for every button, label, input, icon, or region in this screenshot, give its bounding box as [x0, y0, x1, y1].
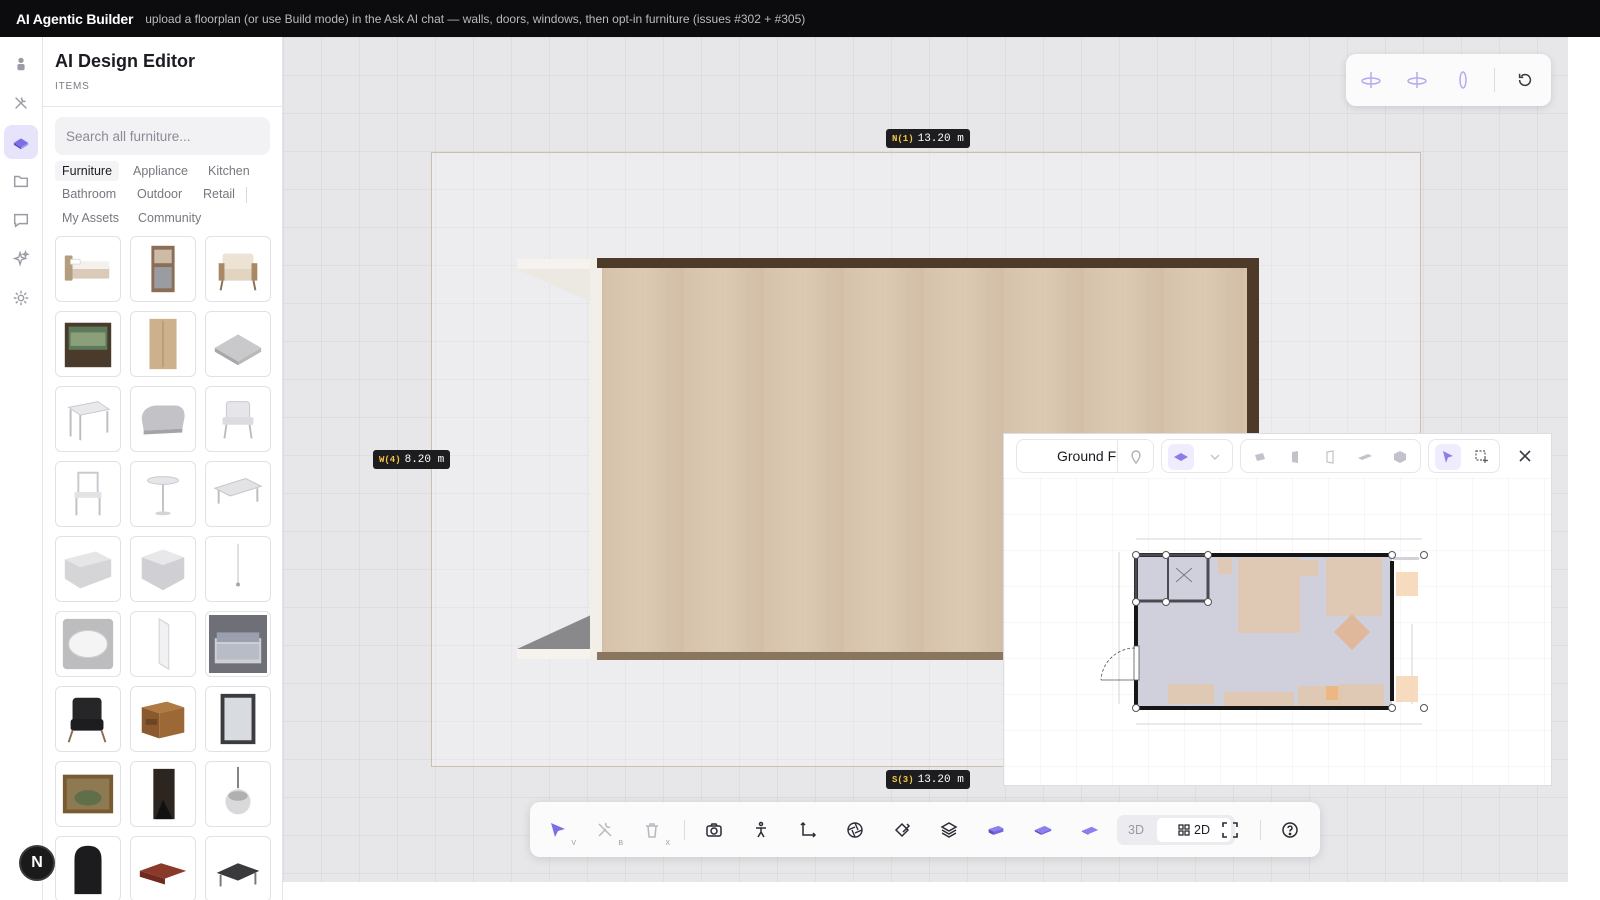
furniture-item[interactable] — [130, 536, 196, 602]
furniture-item[interactable] — [205, 461, 271, 527]
select-tool-button[interactable]: V — [544, 816, 576, 847]
header-subtitle: upload a floorplan (or use Build mode) i… — [145, 11, 806, 26]
controls-separator — [1494, 68, 1495, 92]
icon-rail — [0, 37, 43, 900]
dimension-south-value: 13.20 m — [917, 773, 964, 786]
mode-3d-button[interactable]: 3D — [1117, 815, 1155, 845]
furniture-item[interactable] — [55, 686, 121, 752]
dimension-west-key: W(4) — [379, 454, 401, 465]
items-panel: AI Design Editor ITEMS Furniture Applian… — [43, 37, 283, 900]
dimension-south-key: S(3) — [892, 774, 914, 785]
furniture-item[interactable] — [130, 461, 196, 527]
bottom-toolbar: V B X 3D 2D — [530, 802, 1320, 857]
furniture-item[interactable] — [130, 236, 196, 302]
furniture-item[interactable] — [205, 536, 271, 602]
viewport-border — [283, 882, 1568, 900]
furniture-item[interactable] — [55, 836, 121, 900]
measure-icon[interactable] — [794, 816, 822, 844]
layers-icon[interactable] — [935, 816, 963, 844]
category-retail[interactable]: Retail — [196, 184, 242, 204]
delete-shortcut: X — [665, 840, 670, 847]
dimension-north-key: N(1) — [892, 133, 914, 144]
panel-divider — [43, 106, 282, 107]
furniture-item[interactable] — [205, 761, 271, 827]
dimension-west: W(4) 8.20 m — [373, 450, 451, 469]
paint-icon[interactable] — [888, 816, 916, 844]
furniture-item[interactable] — [130, 836, 196, 900]
orbit-left-icon[interactable] — [1358, 67, 1384, 93]
furniture-item[interactable] — [130, 686, 196, 752]
furniture-item[interactable] — [130, 311, 196, 377]
category-bathroom[interactable]: Bathroom — [55, 184, 123, 204]
category-outdoor[interactable]: Outdoor — [130, 184, 189, 204]
level-exploded-icon[interactable] — [1076, 816, 1104, 844]
tilt-icon[interactable] — [1450, 67, 1476, 93]
furniture-item[interactable] — [55, 311, 121, 377]
delete-button[interactable]: X — [638, 816, 670, 847]
category-divider — [246, 187, 247, 203]
furniture-item[interactable] — [205, 686, 271, 752]
furniture-item[interactable] — [205, 386, 271, 452]
dimension-north: N(1) 13.20 m — [886, 129, 970, 148]
top-bar: AI Agentic Builder upload a floorplan (o… — [0, 0, 1600, 37]
tools-icon[interactable] — [4, 86, 38, 120]
folder-icon[interactable] — [4, 164, 38, 198]
build-shortcut: B — [618, 840, 623, 847]
furniture-item[interactable] — [55, 236, 121, 302]
app-title: AI Agentic Builder — [16, 10, 134, 27]
settings-icon[interactable] — [4, 281, 38, 315]
mode-2d-label: 2D — [1194, 823, 1210, 837]
furniture-item[interactable] — [205, 836, 271, 900]
furniture-item[interactable] — [55, 536, 121, 602]
category-my-assets[interactable]: My Assets — [55, 208, 126, 228]
grid-icon — [1178, 824, 1190, 836]
floorplan-minimap[interactable]: Ground F — [1003, 433, 1552, 786]
camera-icon[interactable] — [700, 816, 728, 844]
category-furniture[interactable]: Furniture — [55, 161, 120, 181]
furniture-item[interactable] — [130, 761, 196, 827]
furniture-item[interactable] — [205, 311, 271, 377]
level-stacked-icon[interactable] — [1029, 816, 1057, 844]
reset-view-icon[interactable] — [1512, 67, 1538, 93]
search-input[interactable] — [55, 117, 270, 155]
furniture-item[interactable] — [55, 386, 121, 452]
dimension-west-value: 8.20 m — [404, 453, 445, 466]
camera-controls — [1346, 54, 1551, 106]
furniture-item[interactable] — [205, 236, 271, 302]
panel-title: AI Design Editor — [55, 51, 196, 71]
orbit-right-icon[interactable] — [1404, 67, 1430, 93]
aperture-icon[interactable] — [841, 816, 869, 844]
chat-icon[interactable] — [4, 203, 38, 237]
toolbar-separator — [1260, 820, 1261, 840]
walk-mode-icon[interactable] — [747, 816, 775, 844]
toolbar-separator — [684, 820, 685, 840]
furniture-item[interactable] — [205, 611, 271, 677]
sparkles-icon[interactable] — [4, 242, 38, 276]
viewport-border — [1568, 37, 1600, 900]
furniture-item[interactable] — [130, 386, 196, 452]
fullscreen-icon[interactable] — [1216, 816, 1244, 844]
category-appliance[interactable]: Appliance — [126, 161, 195, 181]
furniture-item[interactable] — [55, 611, 121, 677]
dimension-south: S(3) 13.20 m — [886, 770, 970, 789]
furniture-item[interactable] — [55, 461, 121, 527]
logo-icon[interactable] — [4, 47, 38, 81]
category-community[interactable]: Community — [131, 208, 208, 228]
help-icon[interactable] — [1276, 816, 1304, 844]
select-shortcut: V — [571, 840, 576, 847]
dimension-north-value: 13.20 m — [917, 132, 964, 145]
floorplan-drawing — [1100, 538, 1428, 725]
build-tool-button[interactable]: B — [591, 816, 623, 847]
furniture-item[interactable] — [55, 761, 121, 827]
category-kitchen[interactable]: Kitchen — [201, 161, 257, 181]
panel-subtitle: ITEMS — [55, 81, 90, 92]
avatar[interactable]: N — [19, 845, 55, 881]
furniture-icon[interactable] — [4, 125, 38, 159]
furniture-item[interactable] — [130, 611, 196, 677]
level-solid-icon[interactable] — [982, 816, 1010, 844]
